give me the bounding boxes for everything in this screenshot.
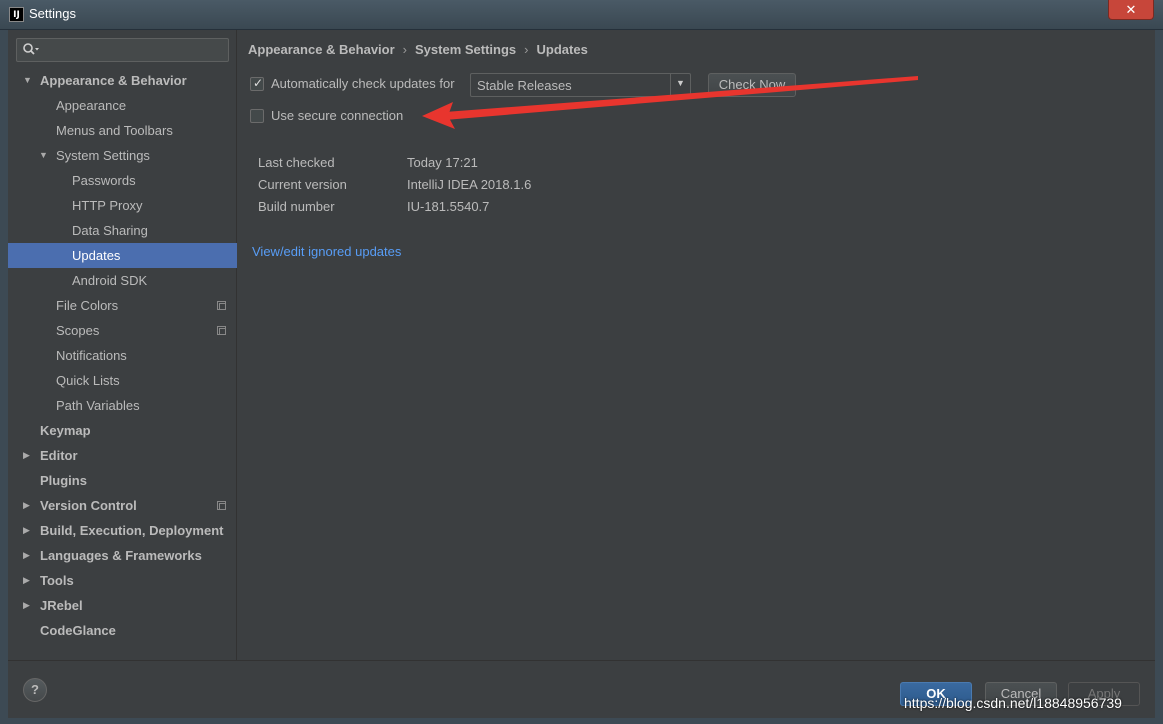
current-version-value: IntelliJ IDEA 2018.1.6 <box>407 177 532 192</box>
sidebar-item-label: Version Control <box>40 498 137 513</box>
sidebar-item-label: Data Sharing <box>72 223 148 238</box>
collapse-arrow-icon[interactable]: ▶ <box>23 518 33 543</box>
dropdown-button[interactable]: ▼ <box>670 74 690 96</box>
sidebar-item-version-control[interactable]: ▶ Version Control <box>8 493 237 518</box>
last-checked-label: Last checked <box>258 155 335 170</box>
breadcrumb-separator: › <box>524 42 529 57</box>
window-frame-bottom <box>0 718 1163 724</box>
title-bar: IJ Settings ✕ <box>0 0 1163 30</box>
watermark-text: https://blog.csdn.net/l18848956739 <box>904 695 1122 711</box>
sidebar-item-file-colors[interactable]: File Colors <box>8 293 237 318</box>
sidebar-item-label: Appearance & Behavior <box>40 73 187 88</box>
project-scope-icon <box>217 326 226 335</box>
secure-connection-label[interactable]: Use secure connection <box>271 108 403 123</box>
sidebar-item-codeglance[interactable]: CodeGlance <box>8 618 237 643</box>
sidebar-item-label: Notifications <box>56 348 127 363</box>
sidebar-item-label: Editor <box>40 448 78 463</box>
sidebar-item-label: Menus and Toolbars <box>56 123 173 138</box>
chevron-down-icon: ▼ <box>676 78 685 88</box>
breadcrumb-separator: › <box>402 42 408 57</box>
sidebar-item-label: Appearance <box>56 98 127 113</box>
help-button[interactable]: ? <box>23 678 47 702</box>
settings-search-input[interactable] <box>43 41 223 59</box>
check-now-button[interactable]: Check Now <box>708 73 796 97</box>
sidebar-item-android-sdk[interactable]: Android SDK <box>8 268 237 293</box>
sidebar-item-scopes[interactable]: Scopes <box>8 318 237 343</box>
sidebar-item-menus-and-toolbars[interactable]: Menus and Toolbars <box>8 118 237 143</box>
project-scope-icon <box>217 501 226 510</box>
build-number-value: IU-181.5540.7 <box>407 199 490 214</box>
intellij-app-icon: IJ <box>9 7 24 22</box>
sidebar-item-label: Keymap <box>40 423 91 438</box>
auto-check-updates-checkbox[interactable]: ✓ <box>250 76 264 91</box>
sidebar-item-http-proxy[interactable]: HTTP Proxy <box>8 193 237 218</box>
search-icon <box>23 43 39 55</box>
collapse-arrow-icon[interactable]: ▶ <box>23 568 33 593</box>
sidebar-item-appearance-behavior[interactable]: ▼ Appearance & Behavior <box>8 68 237 93</box>
window-frame-right <box>1155 30 1163 724</box>
collapse-arrow-icon[interactable]: ▶ <box>23 443 33 468</box>
sidebar-item-label: File Colors <box>56 298 119 313</box>
breadcrumb-item-system-settings[interactable]: System Settings <box>415 42 516 57</box>
expand-arrow-icon[interactable]: ▼ <box>23 68 33 93</box>
updates-panel: Appearance & Behavior › System Settings › Up… <box>238 30 1155 660</box>
settings-dialog: ▼ Appearance & Behavior Appearance Menus an… <box>8 30 1155 718</box>
secure-connection-checkbox[interactable]: ✓ <box>250 109 264 123</box>
sidebar-item-label: Plugins <box>40 473 87 488</box>
breadcrumb-item-updates: Updates <box>536 42 588 57</box>
sidebar-item-label: HTTP Proxy <box>72 198 143 213</box>
sidebar-item-quick-lists[interactable]: Quick Lists <box>8 368 237 393</box>
sidebar-item-label: Path Variables <box>56 398 140 413</box>
current-version-label: Current version <box>258 177 347 192</box>
window-close-button[interactable]: ✕ <box>1108 0 1154 20</box>
sidebar-item-label: JRebel <box>40 598 83 613</box>
collapse-arrow-icon[interactable]: ▶ <box>23 493 33 518</box>
project-scope-icon <box>217 301 226 310</box>
sidebar-item-label: Scopes <box>56 323 100 338</box>
sidebar-item-label: Quick Lists <box>56 373 120 388</box>
sidebar-item-plugins[interactable]: Plugins <box>8 468 237 493</box>
settings-search-box[interactable] <box>16 38 229 62</box>
sidebar-item-path-variables[interactable]: Path Variables <box>8 393 237 418</box>
sidebar-item-system-settings[interactable]: ▼ System Settings <box>8 143 237 168</box>
settings-tree: ▼ Appearance & Behavior Appearance Menus an… <box>8 68 237 643</box>
collapse-arrow-icon[interactable]: ▶ <box>23 543 33 568</box>
window-title: Settings <box>29 6 76 21</box>
sidebar-item-passwords[interactable]: Passwords <box>8 168 237 193</box>
sidebar-item-label: Android SDK <box>72 273 148 288</box>
collapse-arrow-icon[interactable]: ▶ <box>23 593 33 618</box>
auto-check-updates-label[interactable]: Automatically check updates for <box>271 76 455 91</box>
sidebar-item-appearance[interactable]: Appearance <box>8 93 237 118</box>
sidebar-item-label: Build, Execution, Deployment <box>40 523 224 538</box>
sidebar-item-data-sharing[interactable]: Data Sharing <box>8 218 237 243</box>
sidebar-item-updates[interactable]: Updates <box>8 243 237 268</box>
build-number-label: Build number <box>258 199 335 214</box>
sidebar-item-keymap[interactable]: Keymap <box>8 418 237 443</box>
window-frame-left <box>0 30 8 724</box>
sidebar-item-label: CodeGlance <box>40 623 116 638</box>
sidebar-item-label: Tools <box>40 573 74 588</box>
update-channel-value: Stable Releases <box>477 78 572 93</box>
sidebar-item-notifications[interactable]: Notifications <box>8 343 237 368</box>
settings-sidebar: ▼ Appearance & Behavior Appearance Menus an… <box>8 30 237 660</box>
sidebar-item-label: Languages & Frameworks <box>40 548 202 563</box>
breadcrumb: Appearance & Behavior › System Settings › Up… <box>248 42 588 57</box>
sidebar-item-jrebel[interactable]: ▶ JRebel <box>8 593 237 618</box>
checkmark-icon: ✓ <box>253 76 264 90</box>
sidebar-item-label: Updates <box>72 248 121 263</box>
sidebar-item-editor[interactable]: ▶ Editor <box>8 443 237 468</box>
sidebar-item-build-execution-deployment[interactable]: ▶ Build, Execution, Deployment <box>8 518 237 543</box>
update-channel-dropdown[interactable]: Stable Releases ▼ <box>470 73 691 97</box>
last-checked-value: Today 17:21 <box>407 155 478 170</box>
breadcrumb-item-appearance-behavior[interactable]: Appearance & Behavior <box>248 42 395 57</box>
view-ignored-updates-link[interactable]: View/edit ignored updates <box>252 244 401 259</box>
sidebar-item-label: Passwords <box>72 173 136 188</box>
sidebar-item-tools[interactable]: ▶ Tools <box>8 568 237 593</box>
expand-arrow-icon[interactable]: ▼ <box>39 143 49 168</box>
sidebar-item-languages-frameworks[interactable]: ▶ Languages & Frameworks <box>8 543 237 568</box>
sidebar-item-label: System Settings <box>56 148 150 163</box>
